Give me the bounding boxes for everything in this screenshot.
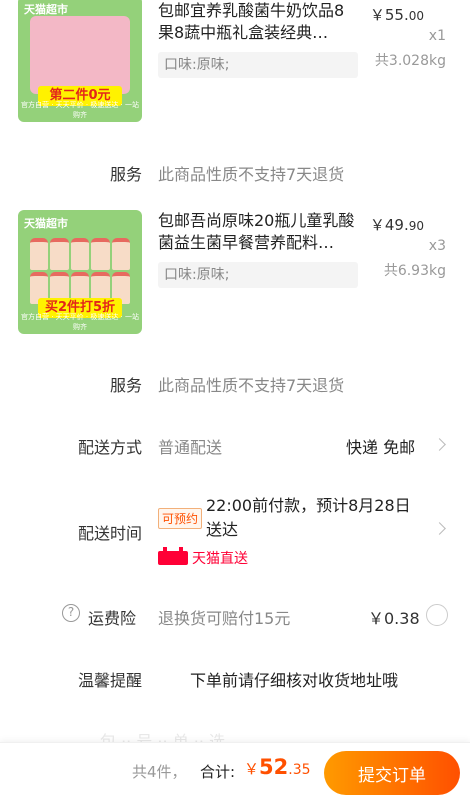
reservable-badge: 可预约 <box>158 508 203 529</box>
chevron-right-icon[interactable] <box>433 438 446 451</box>
bottles-graphic <box>30 238 130 304</box>
insurance-value: 退换货可赔付15元 <box>158 609 291 628</box>
delivery-method-value: 普通配送 <box>158 438 223 457</box>
tmall-direct: 天猫直送 <box>158 547 248 568</box>
notice-text: 下单前请仔细核对收货地址哦 <box>190 671 399 690</box>
service-label: 服务 <box>109 165 142 184</box>
item-count: 共4件， <box>132 763 187 781</box>
product-image-2[interactable]: 天猫超市 买2件打5折 官方自营 · 天天平价 · 极速送达 · 一站购齐 <box>18 210 142 334</box>
insurance-radio[interactable] <box>426 604 448 626</box>
product-image-1[interactable]: 天猫超市 第二件0元 官方自营 · 天天平价 · 极速送达 · 一站购齐 <box>18 0 142 122</box>
delivery-method-label: 配送方式 <box>77 438 142 457</box>
product-quantity: x3 <box>428 238 446 254</box>
delivery-time-label: 配送时间 <box>77 524 142 543</box>
tmall-cat-icon <box>158 547 188 565</box>
price-integer: 49. <box>384 216 409 234</box>
service-label: 服务 <box>109 376 142 395</box>
product-title[interactable]: 包邮宜养乳酸菌牛奶饮品8果8蔬中瓶礼盒装经典… <box>158 0 358 44</box>
price-decimal: 00 <box>408 9 424 23</box>
total-integer: 52 <box>259 755 289 779</box>
product-title[interactable]: 包邮吾尚原味20瓶儿童乳酸菌益生菌早餐营养配料… <box>158 210 358 254</box>
submit-order-button[interactable]: 提交订单 <box>324 751 460 795</box>
delivery-time-text: 22:00前付款，预计8月28日送达 <box>206 496 411 539</box>
brand-tag: 天猫超市 <box>24 3 68 16</box>
insurance-label: 运费险 <box>88 609 137 628</box>
service-value: 此商品性质不支持7天退货 <box>158 376 345 395</box>
product-weight: 共3.028kg <box>374 53 446 69</box>
gift-box-graphic <box>30 16 130 94</box>
price-integer: 55. <box>384 6 409 24</box>
total-label: 合计: <box>200 763 236 781</box>
checkout-bar: 共4件， 合计: ￥52.35 提交订单 <box>0 742 470 800</box>
product-weight: 共6.93kg <box>383 263 446 279</box>
product-price: ￥49.90 <box>370 214 424 235</box>
service-value: 此商品性质不支持7天退货 <box>158 165 345 184</box>
product-spec: 口味:原味; <box>158 262 358 288</box>
thumb-footer: 官方自营 · 天天平价 · 极速送达 · 一站购齐 <box>20 313 140 331</box>
thumb-footer: 官方自营 · 天天平价 · 极速送达 · 一站购齐 <box>20 101 140 119</box>
currency-symbol: ￥ <box>369 6 385 24</box>
total-currency: ￥ <box>244 760 260 778</box>
delivery-fee: 快递 免邮 <box>346 438 416 457</box>
product-quantity: x1 <box>428 28 446 44</box>
price-decimal: 90 <box>408 219 424 233</box>
total-decimal: .35 <box>288 762 311 778</box>
product-price: ￥55.00 <box>370 4 424 25</box>
order-item-2[interactable]: 天猫超市 买2件打5折 官方自营 · 天天平价 · 极速送达 · 一站购齐 包邮… <box>0 208 470 338</box>
chevron-right-icon[interactable] <box>433 522 446 535</box>
tmall-direct-label: 天猫直送 <box>192 551 248 567</box>
brand-tag: 天猫超市 <box>24 217 68 230</box>
notice-label: 温馨提醒 <box>77 671 142 690</box>
help-icon[interactable]: ? <box>62 604 80 622</box>
currency-symbol: ￥ <box>369 216 385 234</box>
product-spec: 口味:原味; <box>158 52 358 78</box>
order-item-1[interactable]: 天猫超市 第二件0元 官方自营 · 天天平价 · 极速送达 · 一站购齐 包邮宜… <box>0 0 470 130</box>
insurance-price: ￥0.38 <box>368 609 420 628</box>
total-price: ￥52.35 <box>244 755 311 779</box>
